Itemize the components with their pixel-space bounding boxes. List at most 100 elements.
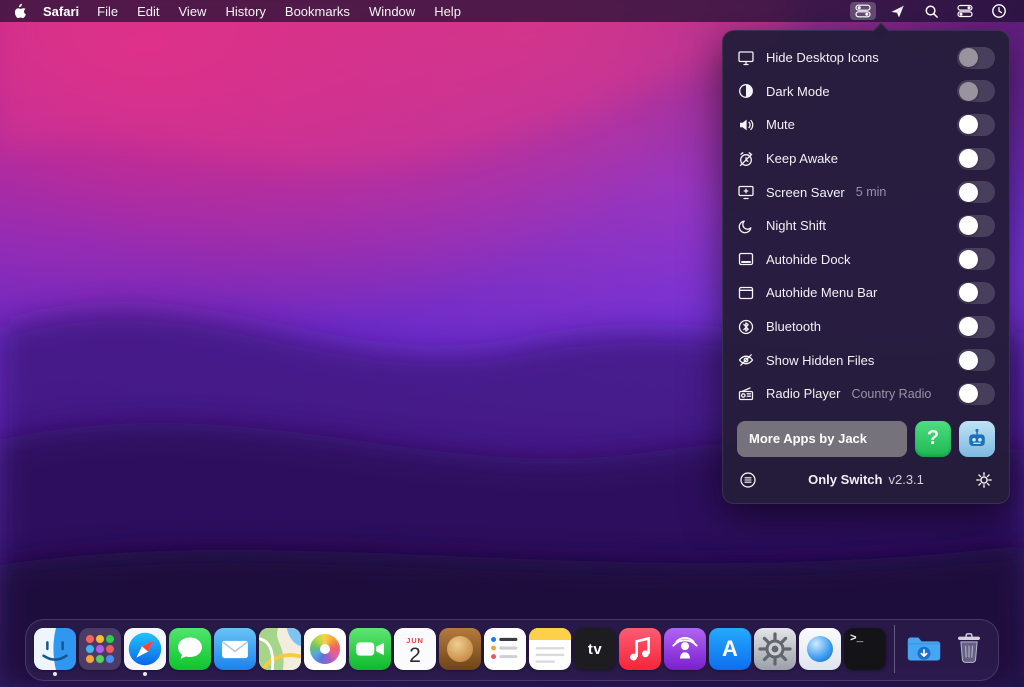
dock-notes[interactable] <box>529 628 571 670</box>
toggle-knob <box>959 317 978 336</box>
toggle-autohide-menu-bar[interactable] <box>957 282 995 304</box>
menu-bookmarks[interactable]: Bookmarks <box>285 4 350 19</box>
more-apps-row: More Apps by Jack ? <box>737 421 995 457</box>
switch-row-keep-awake: Keep Awake <box>737 142 995 176</box>
toggle-knob <box>959 183 978 202</box>
desktop-monitor-icon <box>737 49 755 67</box>
menu-bar-window-icon <box>737 284 755 302</box>
menu-history[interactable]: History <box>225 4 265 19</box>
toggle-knob <box>959 216 978 235</box>
menu-window[interactable]: Window <box>369 4 415 19</box>
status-icon-area <box>850 2 1012 20</box>
settings-gear-button[interactable] <box>975 471 993 489</box>
maps-icon <box>259 628 301 670</box>
toggle-knob <box>959 149 978 168</box>
switch-label: Bluetooth <box>766 319 821 334</box>
trash-icon <box>948 628 990 670</box>
downloads-folder-icon <box>903 628 945 670</box>
switch-detail: 5 min <box>856 185 887 199</box>
help-button[interactable]: ? <box>915 421 951 457</box>
toggle-bluetooth[interactable] <box>957 316 995 338</box>
more-apps-button[interactable]: More Apps by Jack <box>737 421 907 457</box>
radio-icon <box>737 385 755 403</box>
dock-maps[interactable] <box>259 628 301 670</box>
desktop-screen: Safari File Edit View History Bookmarks … <box>0 0 1024 687</box>
dock-contacts[interactable] <box>439 628 481 670</box>
toggle-screen-saver[interactable] <box>957 181 995 203</box>
app-store-letter: A <box>722 636 738 662</box>
app-version: v2.3.1 <box>888 472 923 487</box>
menu-edit[interactable]: Edit <box>137 4 159 19</box>
toggle-dark-mode[interactable] <box>957 80 995 102</box>
dock-trash[interactable] <box>948 628 990 670</box>
switch-row-bluetooth: Bluetooth <box>737 310 995 344</box>
dock-photos[interactable] <box>304 628 346 670</box>
dock-calendar[interactable]: JUN 2 <box>394 628 436 670</box>
toggle-radio-player[interactable] <box>957 383 995 405</box>
dock-mail[interactable] <box>214 628 256 670</box>
terminal-icon: >_ <box>844 628 886 670</box>
dock-reminders[interactable] <box>484 628 526 670</box>
switch-label: Hide Desktop Icons <box>766 50 879 65</box>
terminal-prompt: >_ <box>850 633 863 645</box>
toggle-knob <box>959 351 978 370</box>
dock-finder[interactable] <box>34 628 76 670</box>
dock: JUN 2 tv <box>25 619 999 681</box>
toggle-knob <box>959 115 978 134</box>
active-app-name[interactable]: Safari <box>43 4 79 19</box>
toggle-hide-desktop-icons[interactable] <box>957 47 995 69</box>
toggle-show-hidden-files[interactable] <box>957 349 995 371</box>
toggle-night-shift[interactable] <box>957 215 995 237</box>
clock-icon[interactable] <box>986 2 1012 20</box>
menu-view[interactable]: View <box>179 4 207 19</box>
dark-mode-icon <box>737 82 755 100</box>
dock-icon <box>737 250 755 268</box>
app-store-icon: A <box>709 628 751 670</box>
dock-terminal[interactable]: >_ <box>844 628 886 670</box>
switch-label: Radio Player <box>766 386 840 401</box>
toggle-mute[interactable] <box>957 114 995 136</box>
dock-safari[interactable] <box>124 628 166 670</box>
robot-icon <box>963 425 991 453</box>
robot-app-button[interactable] <box>959 421 995 457</box>
menu-list-button[interactable] <box>739 471 757 489</box>
safari-icon <box>124 628 166 670</box>
screen-saver-icon <box>737 183 755 201</box>
dock-facetime[interactable] <box>349 628 391 670</box>
dock-app-store[interactable]: A <box>709 628 751 670</box>
dock-messages[interactable] <box>169 628 211 670</box>
toggle-keep-awake[interactable] <box>957 148 995 170</box>
dock-system-preferences[interactable] <box>754 628 796 670</box>
calendar-day: 2 <box>409 645 421 666</box>
toggle-autohide-dock[interactable] <box>957 248 995 270</box>
toggle-knob <box>959 384 978 403</box>
more-apps-label: More Apps by Jack <box>749 431 867 446</box>
dock-tv[interactable]: tv <box>574 628 616 670</box>
dock-music[interactable] <box>619 628 661 670</box>
switch-label: Night Shift <box>766 218 826 233</box>
toggle-knob <box>959 283 978 302</box>
app-title: Only Switchv2.3.1 <box>757 472 975 487</box>
spotlight-search-icon[interactable] <box>918 2 944 20</box>
apple-logo-icon[interactable] <box>12 3 27 19</box>
alarm-clock-icon <box>737 150 755 168</box>
disk-utility-icon <box>799 628 841 670</box>
control-center-icon[interactable] <box>952 2 978 20</box>
switch-label: Show Hidden Files <box>766 353 874 368</box>
menu-file[interactable]: File <box>97 4 118 19</box>
paper-plane-icon[interactable] <box>884 2 910 20</box>
mail-icon <box>214 628 256 670</box>
switch-label: Screen Saver <box>766 185 845 200</box>
dock-separator <box>894 625 895 673</box>
toggle-knob <box>959 250 978 269</box>
finder-icon <box>34 628 76 670</box>
facetime-icon <box>349 628 391 670</box>
calendar-icon: JUN 2 <box>394 628 436 670</box>
dock-podcasts[interactable] <box>664 628 706 670</box>
dock-disk-utility[interactable] <box>799 628 841 670</box>
only-switch-menu-icon[interactable] <box>850 2 876 20</box>
menu-help[interactable]: Help <box>434 4 461 19</box>
toggle-knob <box>959 82 978 101</box>
dock-downloads[interactable] <box>903 628 945 670</box>
dock-launchpad[interactable] <box>79 628 121 670</box>
